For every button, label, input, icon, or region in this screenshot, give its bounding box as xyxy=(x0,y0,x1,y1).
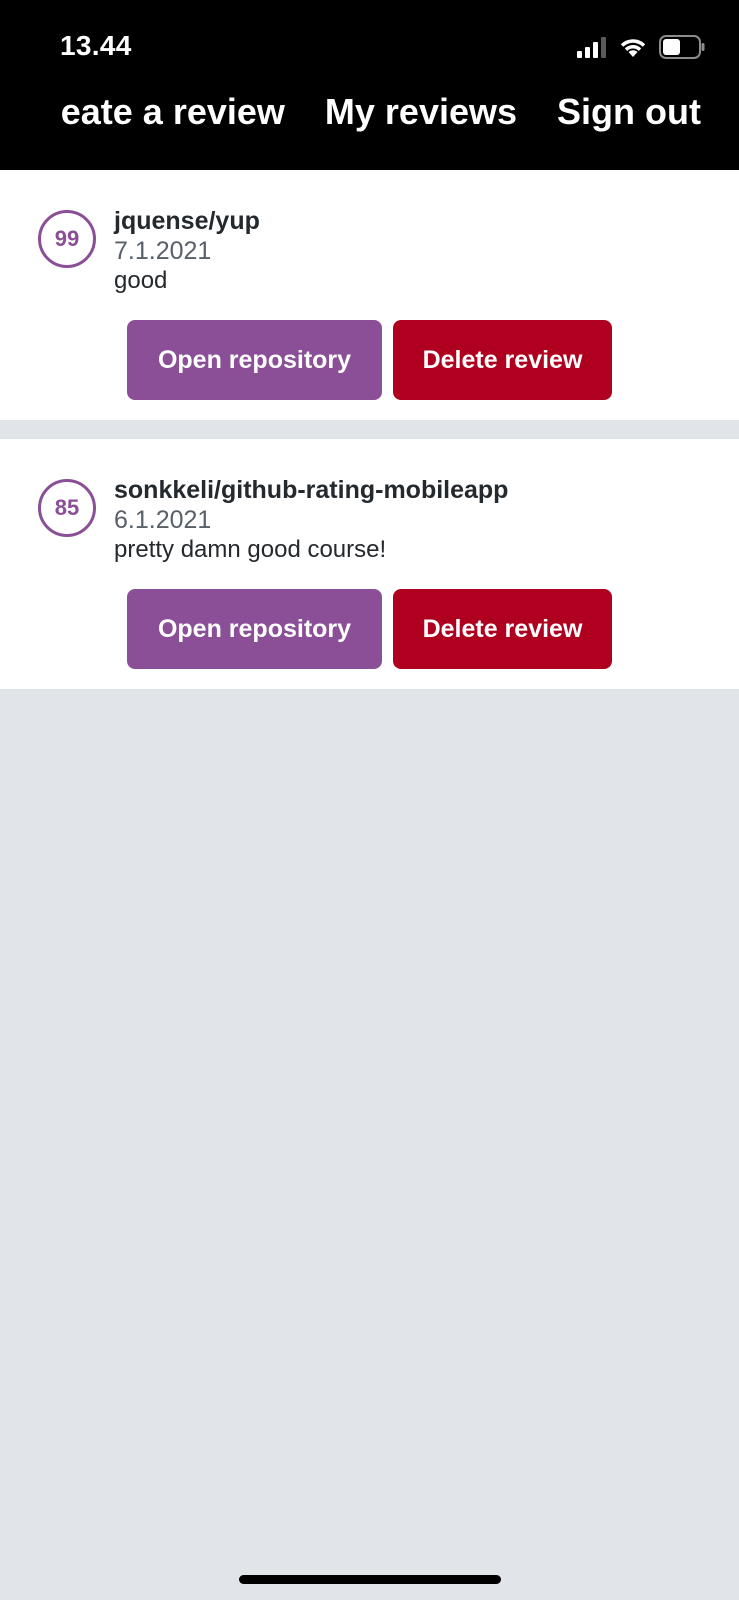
open-repository-button[interactable]: Open repository xyxy=(127,589,382,669)
review-item: 99 jquense/yup 7.1.2021 good Open reposi… xyxy=(0,170,739,420)
review-item: 85 sonkkeli/github-rating-mobileapp 6.1.… xyxy=(0,439,739,689)
app-bar: 13.44 eate a review My reviews Sign out xyxy=(0,0,739,170)
rating-badge: 99 xyxy=(38,210,96,268)
status-time: 13.44 xyxy=(60,30,132,61)
tab-sign-out[interactable]: Sign out xyxy=(557,86,701,138)
review-info: jquense/yup 7.1.2021 good xyxy=(114,206,260,296)
battery-icon xyxy=(659,35,705,59)
signal-icon xyxy=(577,36,607,58)
wifi-icon xyxy=(619,36,647,58)
tab-my-reviews[interactable]: My reviews xyxy=(325,86,517,138)
review-list: 99 jquense/yup 7.1.2021 good Open reposi… xyxy=(0,170,739,708)
review-actions: Open repository Delete review xyxy=(127,320,612,400)
repository-name: jquense/yup xyxy=(114,207,260,235)
repository-name: sonkkeli/github-rating-mobileapp xyxy=(114,476,509,504)
delete-review-button[interactable]: Delete review xyxy=(393,589,612,669)
open-repository-button[interactable]: Open repository xyxy=(127,320,382,400)
delete-review-button[interactable]: Delete review xyxy=(393,320,612,400)
review-date: 7.1.2021 xyxy=(114,237,212,265)
tab-create-review[interactable]: eate a review xyxy=(61,86,285,138)
review-date: 6.1.2021 xyxy=(114,506,212,534)
app-bar-tabs: eate a review My reviews Sign out xyxy=(0,86,739,138)
review-text: good xyxy=(114,267,168,294)
review-actions: Open repository Delete review xyxy=(127,589,612,669)
review-info: sonkkeli/github-rating-mobileapp 6.1.202… xyxy=(114,475,508,565)
rating-badge: 85 xyxy=(38,479,96,537)
status-icons xyxy=(577,34,705,60)
review-text: pretty damn good course! xyxy=(114,536,387,563)
home-indicator[interactable] xyxy=(239,1575,501,1584)
